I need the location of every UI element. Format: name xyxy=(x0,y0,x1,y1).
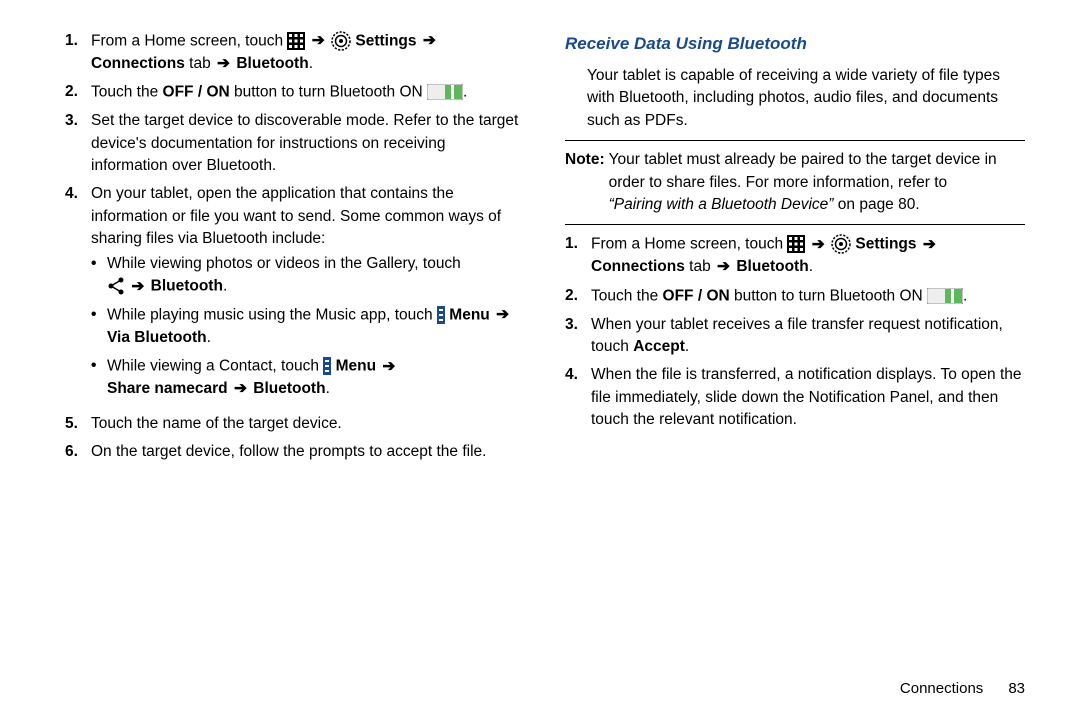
step-6-left: 6. On the target device, follow the prom… xyxy=(65,441,525,463)
arrow-icon: ➔ xyxy=(215,55,232,72)
step-2-left: 2. Touch the OFF / ON button to turn Blu… xyxy=(65,81,525,104)
bullet-contact: • While viewing a Contact, touch Menu ➔ … xyxy=(91,355,525,400)
left-steps-list: 1. From a Home screen, touch ➔ Settings … xyxy=(65,30,525,464)
step-2-right: 2. Touch the OFF / ON button to turn Blu… xyxy=(565,285,1025,308)
apps-grid-icon xyxy=(787,233,805,255)
arrow-icon: ➔ xyxy=(421,32,438,49)
step-4-right: 4. When the file is transferred, a notif… xyxy=(565,364,1025,431)
divider xyxy=(565,140,1025,141)
right-column: Receive Data Using Bluetooth Your tablet… xyxy=(565,30,1025,668)
step-3-right: 3. When your tablet receives a file tran… xyxy=(565,314,1025,359)
page-footer: Connections 83 xyxy=(65,668,1025,700)
arrow-icon: ➔ xyxy=(380,358,397,375)
connections-label: Connections xyxy=(91,55,185,72)
right-steps-list: 1. From a Home screen, touch ➔ Settings … xyxy=(565,233,1025,431)
arrow-icon: ➔ xyxy=(129,278,146,295)
step-number: 6. xyxy=(65,441,91,463)
arrow-icon: ➔ xyxy=(494,306,511,323)
bullet-gallery: • While viewing photos or videos in the … xyxy=(91,253,525,298)
arrow-icon: ➔ xyxy=(715,258,732,275)
step-number: 5. xyxy=(65,413,91,435)
arrow-icon: ➔ xyxy=(310,32,327,49)
toggle-on-icon xyxy=(927,285,963,307)
menu-icon xyxy=(437,304,445,326)
step-number: 2. xyxy=(65,81,91,104)
step-4-left: 4. On your tablet, open the application … xyxy=(65,183,525,406)
settings-label: Settings xyxy=(355,32,416,49)
step-text: From a Home screen, touch xyxy=(91,32,287,49)
arrow-icon: ➔ xyxy=(232,380,249,397)
step-1-left: 1. From a Home screen, touch ➔ Settings … xyxy=(65,30,525,75)
note-block: Note: Your tablet must already be paired… xyxy=(565,149,1025,216)
apps-grid-icon xyxy=(287,30,305,52)
step-3-left: 3. Set the target device to discoverable… xyxy=(65,110,525,177)
step-4-bullets: • While viewing photos or videos in the … xyxy=(91,253,525,401)
section-title: Receive Data Using Bluetooth xyxy=(565,32,1025,57)
step-number: 4. xyxy=(565,364,591,431)
step-number: 3. xyxy=(65,110,91,177)
menu-icon xyxy=(323,355,331,377)
arrow-icon: ➔ xyxy=(921,236,938,253)
share-icon xyxy=(107,275,125,297)
note-label: Note: xyxy=(565,149,609,216)
footer-page-number: 83 xyxy=(1008,680,1025,697)
toggle-on-icon xyxy=(427,81,463,103)
step-number: 1. xyxy=(65,30,91,75)
step-1-right: 1. From a Home screen, touch ➔ Settings … xyxy=(565,233,1025,278)
bullet-music: • While playing music using the Music ap… xyxy=(91,304,525,349)
step-5-left: 5. Touch the name of the target device. xyxy=(65,413,525,435)
step-number: 3. xyxy=(565,314,591,359)
step-number: 2. xyxy=(565,285,591,308)
bluetooth-label: Bluetooth xyxy=(236,55,308,72)
step-number: 4. xyxy=(65,183,91,406)
note-reference: “Pairing with a Bluetooth Device” xyxy=(609,196,834,213)
step-number: 1. xyxy=(565,233,591,278)
footer-section: Connections xyxy=(900,680,983,697)
arrow-icon: ➔ xyxy=(810,236,827,253)
intro-text: Your tablet is capable of receiving a wi… xyxy=(587,65,1025,132)
left-column: 1. From a Home screen, touch ➔ Settings … xyxy=(65,30,525,668)
gear-icon xyxy=(831,233,851,255)
divider xyxy=(565,224,1025,225)
gear-icon xyxy=(331,30,351,52)
